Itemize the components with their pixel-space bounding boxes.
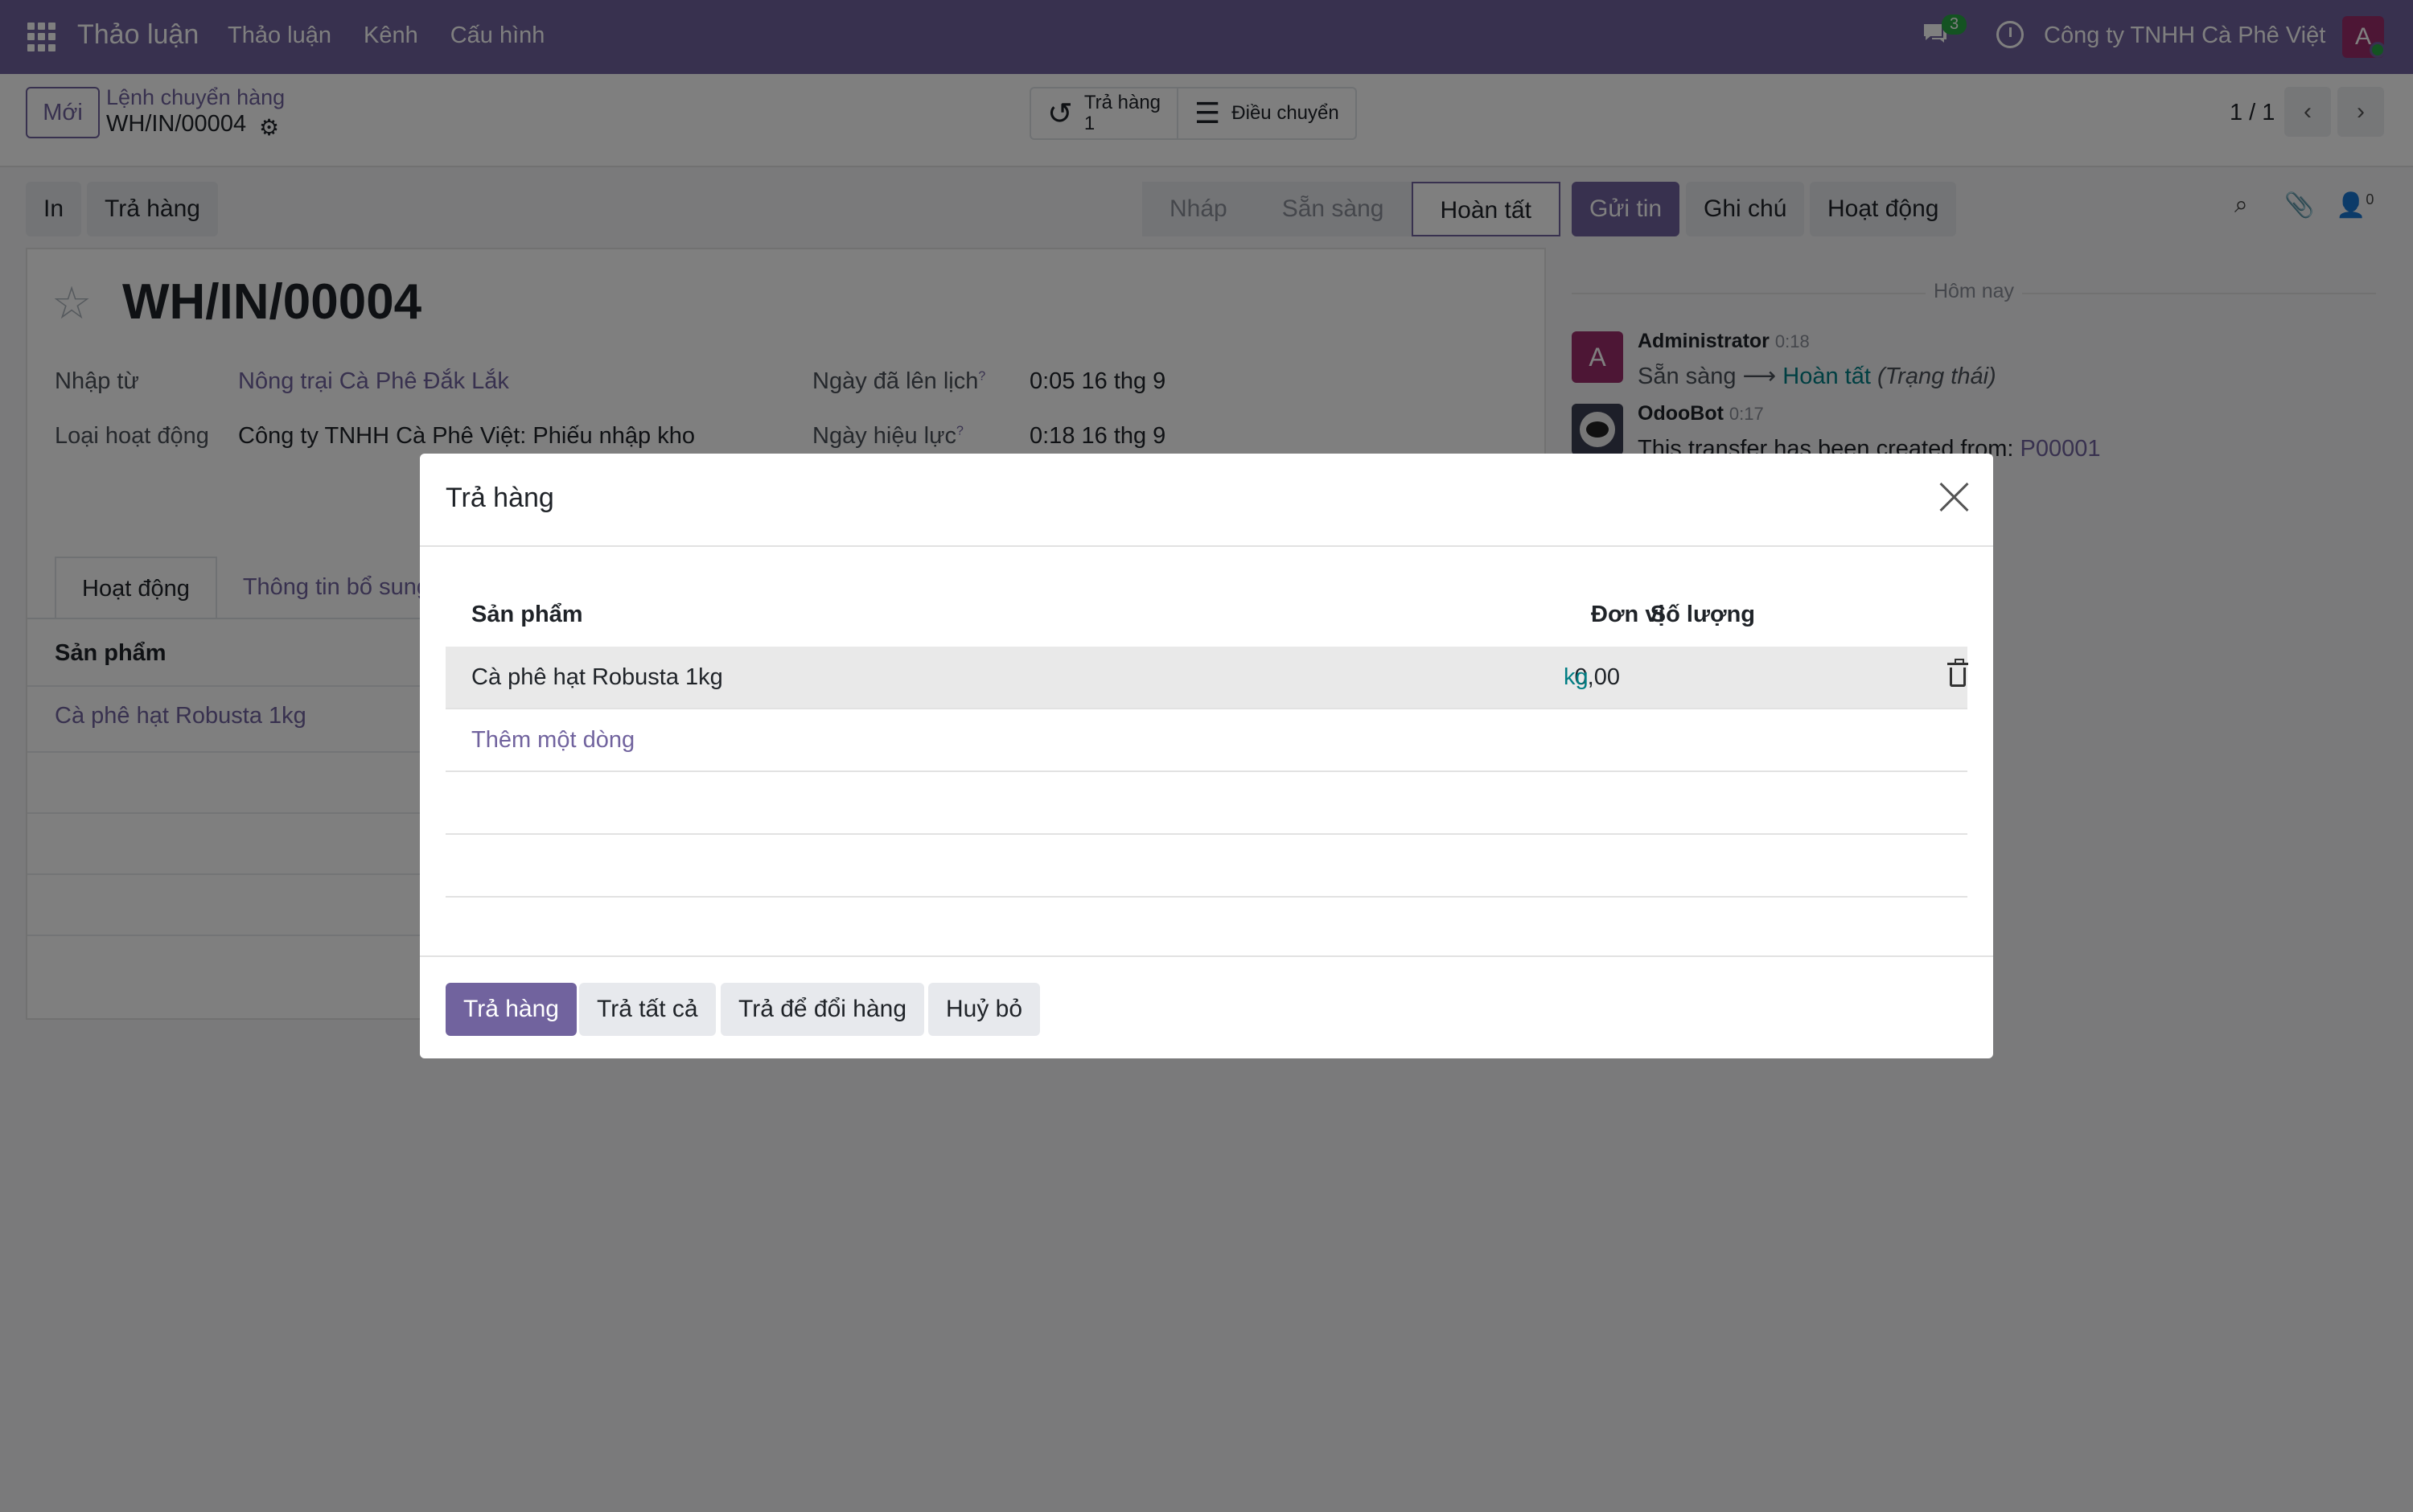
- modal-footer: Trả hàng Trả tất cả Trả để đổi hàng Huỷ …: [420, 955, 1993, 1058]
- add-line-row: Thêm một dòng: [446, 709, 1967, 772]
- return-line[interactable]: Cà phê hạt Robusta 1kg 0,00 kg: [446, 647, 1968, 709]
- column-uom: Đơn vị: [1591, 602, 1665, 627]
- return-dialog: Trả hàng Sản phẩm Số lượng Đơn vị Cà phê…: [420, 454, 1993, 1058]
- trash-icon[interactable]: [1947, 659, 1968, 687]
- line-quantity[interactable]: 0,00: [1494, 664, 1620, 691]
- modal-title: Trả hàng: [446, 483, 554, 513]
- close-icon[interactable]: [1938, 481, 1971, 513]
- confirm-return-button[interactable]: Trả hàng: [446, 983, 577, 1036]
- add-line-link[interactable]: Thêm một dòng: [471, 727, 635, 754]
- empty-row: [446, 772, 1967, 835]
- line-uom[interactable]: kg: [1564, 664, 1589, 691]
- return-exchange-button[interactable]: Trả để đổi hàng: [721, 983, 925, 1036]
- empty-row: [446, 835, 1967, 898]
- return-all-button[interactable]: Trả tất cả: [579, 983, 716, 1036]
- column-product: Sản phẩm: [471, 602, 583, 627]
- cancel-button[interactable]: Huỷ bỏ: [928, 983, 1041, 1036]
- modal-header: Trả hàng: [420, 454, 1993, 547]
- line-product[interactable]: Cà phê hạt Robusta 1kg: [471, 664, 723, 691]
